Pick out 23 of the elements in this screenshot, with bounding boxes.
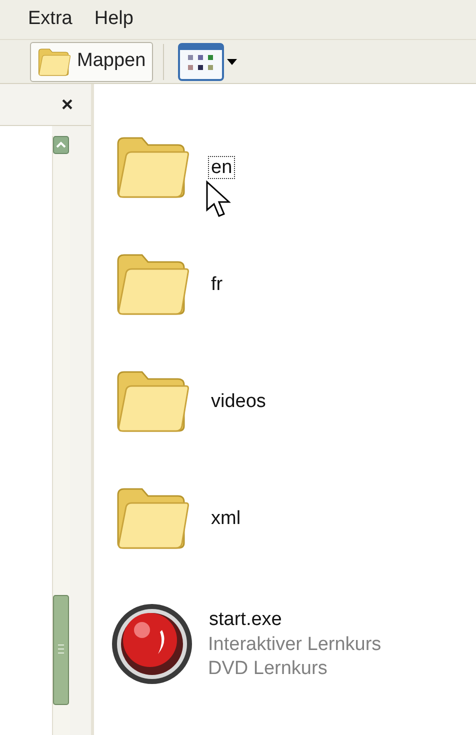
item-name: xml	[210, 507, 242, 530]
folder-icon	[37, 46, 71, 76]
scroll-thumb-icon[interactable]	[53, 595, 69, 705]
item-name: start.exe	[208, 608, 283, 632]
folder-item[interactable]: xml	[114, 485, 476, 602]
scroll-up-icon[interactable]	[53, 136, 69, 154]
eye-icon	[110, 602, 194, 686]
close-button[interactable]: ×	[61, 94, 73, 114]
file-item[interactable]: start.exe Interaktiver Lernkurs DVD Lernkurs	[110, 602, 476, 686]
folder-item[interactable]: fr	[114, 251, 476, 368]
menu-item[interactable]: Extra	[28, 5, 72, 34]
folder-item[interactable]: videos	[114, 368, 476, 485]
item-name: fr	[210, 273, 224, 296]
item-name: en	[208, 156, 236, 179]
item-name: videos	[210, 390, 267, 413]
dropdown-caret-icon	[226, 58, 237, 64]
folders-button[interactable]: Mappen	[30, 42, 153, 82]
folder-item[interactable]: en	[114, 134, 476, 251]
mouse-pointer-icon	[205, 180, 233, 220]
file-description: Interaktiver Lernkurs	[207, 633, 382, 657]
menu-item[interactable]: Help	[94, 5, 134, 34]
views-icon	[178, 42, 224, 80]
file-description: DVD Lernkurs	[207, 657, 328, 681]
